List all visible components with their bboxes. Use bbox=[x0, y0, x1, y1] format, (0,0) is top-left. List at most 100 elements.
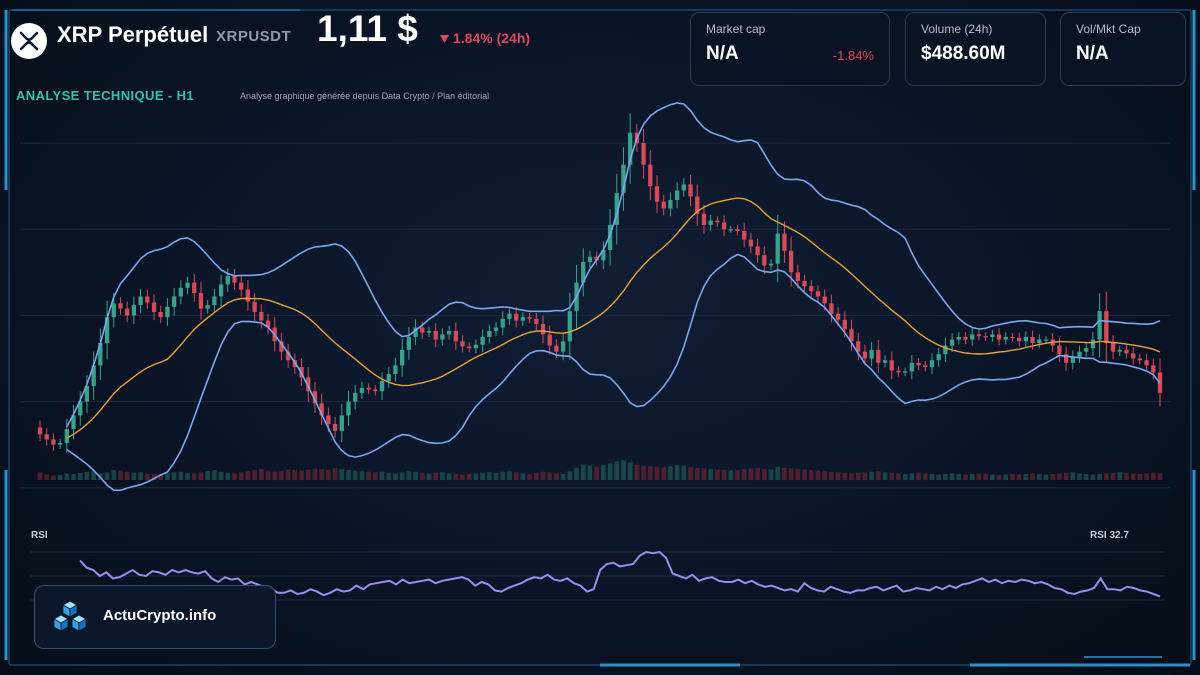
candle bbox=[976, 334, 982, 337]
candle bbox=[701, 213, 707, 225]
volume-bar bbox=[681, 465, 687, 480]
candle bbox=[809, 286, 814, 292]
volume-bar bbox=[372, 472, 378, 480]
volume-bar bbox=[138, 472, 143, 480]
volume-bar bbox=[1010, 473, 1015, 480]
candle bbox=[742, 230, 747, 240]
candle bbox=[259, 311, 264, 321]
volume-bar bbox=[513, 472, 519, 480]
candle bbox=[145, 296, 150, 303]
volume-bar bbox=[1003, 474, 1009, 480]
volume-bar bbox=[319, 469, 325, 480]
volume-bar bbox=[533, 472, 539, 480]
volume-bar bbox=[64, 473, 70, 480]
volume-bar bbox=[963, 474, 968, 480]
volume-bar bbox=[218, 471, 224, 480]
candle bbox=[111, 303, 116, 318]
candle bbox=[534, 318, 539, 325]
volume-bar bbox=[936, 474, 942, 480]
candle bbox=[252, 301, 257, 312]
volume-bar bbox=[614, 461, 620, 480]
volume-bar bbox=[185, 472, 190, 480]
volume-bar bbox=[862, 472, 868, 480]
candle bbox=[332, 424, 338, 431]
volume-bar bbox=[956, 473, 962, 480]
candle bbox=[487, 330, 492, 337]
candle bbox=[648, 164, 653, 187]
candle bbox=[373, 389, 378, 392]
volume-bar bbox=[520, 473, 526, 480]
candle bbox=[829, 303, 834, 314]
volume-bar bbox=[943, 473, 948, 480]
volume-bar bbox=[238, 472, 244, 480]
candle bbox=[896, 370, 901, 373]
candle bbox=[1090, 339, 1096, 349]
volume-bar bbox=[426, 473, 432, 480]
candle bbox=[1023, 336, 1029, 342]
volume-bar bbox=[882, 472, 888, 480]
volume-bar bbox=[775, 466, 781, 480]
volume-bar bbox=[996, 475, 1002, 480]
volume-bar bbox=[627, 462, 633, 480]
volume-bar bbox=[1157, 473, 1163, 480]
volume-bar bbox=[1083, 473, 1089, 480]
candle bbox=[554, 345, 559, 352]
candle bbox=[185, 282, 190, 288]
candle bbox=[178, 287, 183, 297]
candle bbox=[755, 246, 760, 256]
candle bbox=[527, 317, 532, 319]
candle bbox=[446, 330, 452, 335]
candle bbox=[815, 291, 821, 297]
candle bbox=[788, 250, 794, 273]
candle bbox=[587, 256, 593, 262]
candle bbox=[929, 360, 935, 368]
volume-bar bbox=[976, 473, 982, 480]
volume-bar bbox=[507, 471, 512, 480]
rsi-label: RSI bbox=[31, 530, 48, 541]
volume-bar bbox=[902, 473, 908, 480]
volume-bar bbox=[540, 471, 546, 480]
candle bbox=[748, 239, 754, 247]
volume-bar bbox=[486, 472, 492, 480]
volume-bar bbox=[983, 473, 988, 480]
candle bbox=[842, 319, 847, 330]
candle bbox=[1124, 349, 1129, 354]
volume-bar bbox=[741, 469, 747, 480]
candle bbox=[762, 255, 767, 266]
volume-bar bbox=[647, 466, 653, 480]
volume-bar bbox=[1063, 472, 1069, 480]
candle bbox=[171, 296, 177, 307]
candle bbox=[835, 313, 841, 320]
candle bbox=[1097, 311, 1102, 340]
candle bbox=[735, 229, 740, 231]
candle bbox=[500, 318, 505, 328]
volume-bar bbox=[735, 470, 740, 480]
candle bbox=[440, 334, 445, 340]
candle bbox=[44, 434, 49, 440]
candle bbox=[903, 371, 908, 373]
volume-bar bbox=[71, 473, 76, 480]
volume-bar bbox=[393, 473, 398, 480]
candle bbox=[245, 289, 251, 302]
volume-bar bbox=[500, 471, 506, 480]
volume-bar bbox=[668, 466, 673, 480]
volume-bar bbox=[44, 474, 50, 480]
candle bbox=[547, 334, 552, 346]
volume-bar bbox=[889, 472, 895, 480]
candle bbox=[346, 401, 351, 416]
candle bbox=[1104, 311, 1109, 343]
volume-bar bbox=[567, 471, 573, 480]
candle bbox=[782, 233, 787, 251]
volume-bar bbox=[782, 467, 787, 480]
candle bbox=[963, 336, 968, 340]
candle bbox=[708, 220, 713, 225]
volume-bar bbox=[225, 472, 231, 480]
volume-bar bbox=[171, 472, 177, 480]
candle bbox=[218, 284, 224, 297]
volume-bar bbox=[460, 474, 465, 480]
candle bbox=[125, 308, 130, 316]
candle bbox=[507, 313, 512, 319]
candle bbox=[353, 392, 358, 402]
candle bbox=[393, 365, 398, 375]
volume-bar bbox=[480, 472, 485, 480]
